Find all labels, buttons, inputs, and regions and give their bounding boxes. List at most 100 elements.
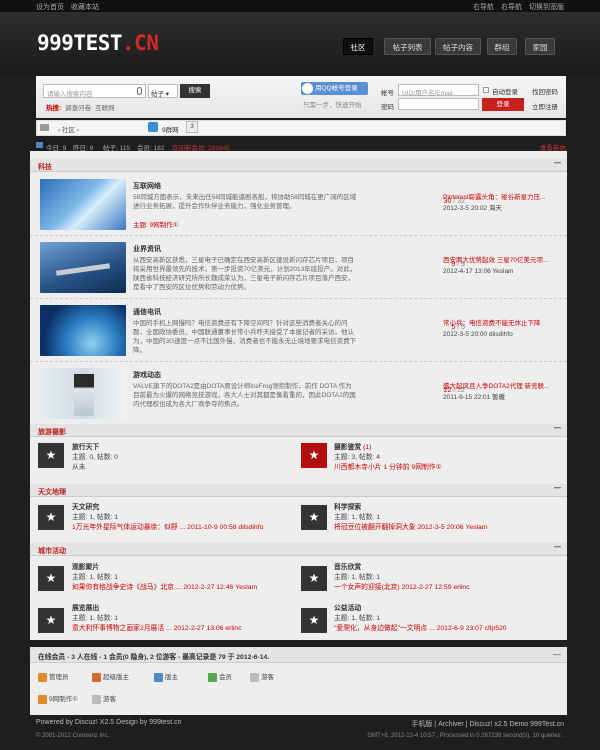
collapse-icon[interactable]: — — [553, 650, 561, 659]
forum-grid-item[interactable]: 天文研究 主题: 1, 帖数: 1 1万光年外星际气体运动暴徐：似野 ... 201… — [72, 503, 263, 533]
search-input[interactable]: 请输入搜索内容 — [43, 84, 146, 98]
forum-row: 通信电讯 中国的手机上网慢吗？电信资费还有下降空间吗？针对这些消费者关心的问题，… — [30, 299, 567, 362]
qq-icon — [302, 83, 313, 94]
top-bar: 设为首页 收藏本站 右导航 右导航 切换到宽版 — [0, 0, 600, 12]
breadcrumb — [36, 120, 566, 136]
site-logo[interactable]: 999TEST.CN — [37, 31, 159, 55]
forum-icon-star[interactable]: ★ — [38, 566, 64, 591]
forum-icon-star[interactable]: ★ — [38, 608, 64, 633]
forum-list: 科技 — 互联网络 58同城方面表示，未来出任58同城能逼剧各般，将协助58同城在… — [30, 151, 567, 640]
legend-member: 会员 — [208, 671, 232, 682]
set-home-link[interactable]: 设为首页 — [36, 4, 64, 11]
member-icon — [208, 672, 217, 682]
account-label: 帐号 — [381, 90, 394, 97]
forum-icon-star[interactable]: ★ — [38, 443, 64, 468]
forum-title[interactable]: 游戏动态 — [133, 370, 161, 380]
category-header-city[interactable]: 城市活动 — — [30, 543, 567, 556]
powered-by[interactable]: Powered by Discuz! X2.5 Design by 999tes… — [36, 719, 182, 726]
hot-link-1[interactable]: 调查问卷 — [65, 105, 91, 112]
online-members: 在线会员 - 3 人在线 - 1 会员(0 隐身), 2 位游客 - 最高记录是… — [30, 647, 567, 715]
super-mod-icon — [92, 672, 101, 682]
forum-thumb-telecom[interactable] — [40, 305, 126, 356]
retrieve-password-link[interactable]: 找回密码 — [532, 86, 558, 96]
nav-tab-post-list[interactable]: 帖子列表 — [384, 38, 431, 55]
chart-icon — [36, 142, 43, 148]
forum-title[interactable]: 互联网络 — [133, 181, 161, 191]
forum-last-post[interactable]: 常小兵：电信资费不能无休止下降 2012-3-5 20:00 dilsdihfo — [443, 318, 563, 340]
qun-icon — [148, 122, 158, 132]
category-header-travel[interactable]: 旅游摄影 — — [30, 424, 567, 437]
plugin-count[interactable]: 3 — [186, 121, 198, 133]
forum-icon-star-new[interactable]: ★ — [301, 443, 327, 468]
breadcrumb-community[interactable]: › 社区 › — [58, 124, 79, 134]
forum-row: 游戏动态 VALVE旗下的DOTA2是由DOTA原设计师IceFrog领衔制作，… — [30, 362, 567, 425]
forum-grid-item[interactable]: 观影聚片 主题: 1, 帖数: 1 如果你有格战争史诗《战马》北京 ... 2012… — [72, 563, 257, 593]
forum-row: 业界资讯 从西安高新区获悉，三星电子已确定在西安高新区建设新闪存芯片项目，项目将… — [30, 236, 567, 299]
online-user[interactable]: 游客 — [92, 693, 116, 704]
forum-moderator[interactable]: 主题: 9网制作① — [133, 219, 179, 229]
account-input[interactable]: UID/用户名/Email — [398, 84, 479, 97]
forum-icon-star[interactable]: ★ — [301, 608, 327, 633]
forum-title[interactable]: 业界资讯 — [133, 244, 161, 254]
microphone-icon[interactable] — [137, 87, 142, 95]
password-input[interactable] — [398, 98, 479, 110]
guest-icon — [250, 672, 259, 682]
legend-mod: 版主 — [154, 671, 178, 682]
qq-login-subtext: 只需一步，快速开始 — [303, 102, 362, 109]
mod-icon — [154, 672, 163, 682]
game-figure-shape — [74, 374, 94, 416]
nav-tab-groups[interactable]: 群组 — [487, 38, 517, 55]
guest-icon — [92, 694, 101, 704]
forum-last-post[interactable]: 盛大起风且人争DOTA2代理 新竞联... 2011-9-15 22:01 暂暖 — [443, 381, 563, 403]
forum-grid-item[interactable]: 旅行天下 主题: 0, 帖数: 0 从未 — [72, 443, 118, 473]
auto-login-label: 自动登录 — [492, 89, 518, 96]
forum-title[interactable]: 通信电讯 — [133, 307, 161, 317]
admin-icon — [38, 694, 47, 704]
forum-desc: 58同城方面表示，未来出任58同城能逼剧各般，将协助58同城在更广阔的区域进行业… — [133, 194, 357, 210]
forum-last-post[interactable]: 西安两大优势起效 三星70亿美元项... 2012-4-17 13:06 Yesl… — [443, 255, 563, 277]
register-link[interactable]: 立即注册 — [532, 101, 558, 111]
nav-tab-post-content[interactable]: 帖子内容 — [435, 38, 481, 55]
legend-admin: 管理员 — [38, 671, 69, 682]
forum-row: 互联网络 58同城方面表示，未来出任58同城能逼剧各般，将协助58同城在更广阔的… — [30, 173, 567, 236]
footer-links[interactable]: 手机版 | Archiver | Discuz! x2.5 Demo 999Te… — [411, 719, 564, 729]
search-type-select[interactable]: 帖子 ▾ — [148, 84, 178, 98]
forum-grid-item[interactable]: 摄影鉴赏 (1) 主题: 3, 帖数: 4 川西都木寺小片 1 分钟前 9网制作① — [334, 443, 442, 473]
forum-icon-star[interactable]: ★ — [301, 566, 327, 591]
hot-search: 热搜: 调查问卷 互联网 — [46, 105, 115, 112]
auto-login-checkbox[interactable] — [483, 87, 489, 93]
online-user[interactable]: 游客 — [250, 671, 274, 682]
nav-tab-community[interactable]: 社区 — [343, 38, 373, 55]
password-label: 密码 — [381, 104, 394, 111]
forum-thumb-internet[interactable] — [40, 179, 126, 230]
forum-desc: 从西安高新区获悉，三星电子已确定在西安高新区建设新闪存芯片项目，项目将采用世界最… — [133, 257, 357, 291]
legend-super-mod: 超级版主 — [92, 671, 129, 682]
online-header: 在线会员 - 3 人在线 - 1 会员(0 隐身), 2 位游客 - 最高记录是… — [30, 647, 567, 663]
right-nav-link-2[interactable]: 右导航 — [501, 4, 522, 11]
admin-icon — [38, 672, 47, 682]
forum-desc: 中国的手机上网慢吗？电信资费还有下降空间吗？针对这些消费者关心的问题，全国政协委… — [133, 320, 357, 354]
forum-grid-item[interactable]: 科学探索 主题: 1, 帖数: 1 将冠豆位被翻开翻掉洞大象 2012-3-5 20… — [334, 503, 487, 533]
category-header-tech[interactable]: 科技 — — [30, 159, 567, 172]
forum-icon-star[interactable]: ★ — [38, 505, 64, 530]
switch-wide-link[interactable]: 切换到宽版 — [529, 4, 564, 11]
home-icon[interactable] — [40, 124, 49, 131]
forum-grid-item[interactable]: 音乐欣赏 主题: 1, 帖数: 1 一个女声的迎接(北京) 2012-2-27 12… — [334, 563, 470, 593]
forum-desc: VALVE旗下的DOTA2是由DOTA原设计师IceFrog领衔制作，前作 DO… — [133, 383, 356, 408]
right-nav-link-1[interactable]: 右导航 — [473, 4, 494, 11]
footer-time: GMT+8, 2012-12-4 10:57 , Processed in 0.… — [367, 733, 564, 739]
hot-link-2[interactable]: 互联网 — [95, 105, 115, 112]
nav-tab-home[interactable]: 家园 — [525, 38, 555, 55]
login-button[interactable]: 登录 — [482, 98, 524, 111]
forum-last-post[interactable]: Pinterest崭露头角：碰谷新星力压... 2012-3-5 20:02 海天 — [443, 192, 563, 214]
forum-grid-item[interactable]: 公益活动 主题: 1, 帖数: 1 "爱爬化，从身边做起"一文明点 ... 2012… — [334, 604, 507, 634]
category-header-astronomy[interactable]: 天文地理 — — [30, 484, 567, 497]
copyright: © 2001-2012 Comsenz Inc. — [36, 733, 110, 739]
forum-icon-star[interactable]: ★ — [301, 505, 327, 530]
online-user[interactable]: 9网制作① — [38, 693, 78, 704]
stats-bar: 今日: 9 昨日: 9 帖子: 115 会员: 182 欢迎新会员: 28984… — [0, 140, 600, 152]
forum-grid-item[interactable]: 展览展出 主题: 1, 帖数: 1 意大利怀事博物之画家2月展活 ... 2012-… — [72, 604, 242, 634]
breadcrumb-plugin[interactable]: 9群网 — [162, 124, 179, 134]
favorite-link[interactable]: 收藏本站 — [71, 4, 99, 11]
search-button[interactable]: 搜索 — [180, 84, 210, 98]
